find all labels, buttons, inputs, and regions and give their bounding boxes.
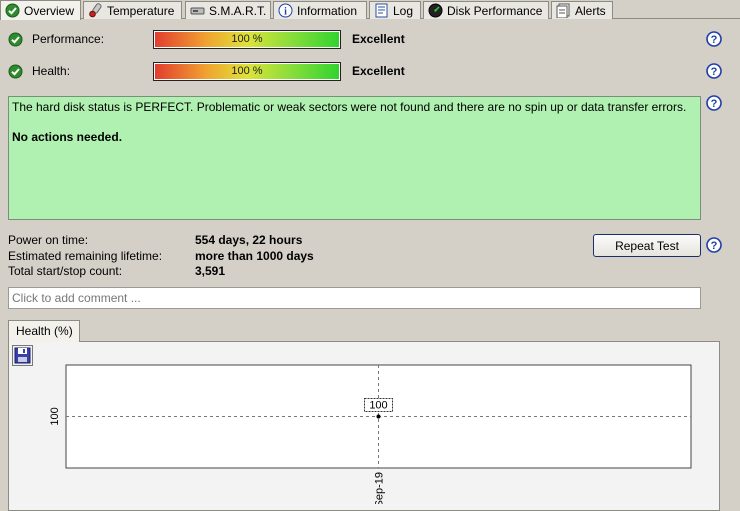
tab-information[interactable]: i Information (273, 1, 367, 19)
health-bar: 100 % (153, 62, 341, 81)
performance-row: Performance: 100 % Excellent ? (0, 29, 740, 51)
svg-text:i: i (284, 7, 287, 18)
performance-label: Performance: (32, 32, 105, 46)
alerts-icon (556, 3, 571, 19)
tab-temperature[interactable]: Temperature (83, 1, 182, 19)
repeat-test-button[interactable]: Repeat Test (593, 234, 701, 257)
check-circle-icon (8, 32, 23, 47)
startstop-label: Total start/stop count: (8, 264, 123, 278)
tab-label: Information (297, 3, 358, 18)
drive-icon (190, 3, 205, 18)
tab-label: S.M.A.R.T. (209, 3, 267, 18)
chart-tab-label: Health (%) (16, 324, 73, 338)
performance-bar: 100 % (153, 30, 341, 49)
tab-disk-performance[interactable]: Disk Performance (423, 1, 549, 19)
status-box: The hard disk status is PERFECT. Problem… (8, 96, 701, 220)
tab-alerts[interactable]: Alerts (551, 1, 613, 19)
tab-label: Log (393, 3, 414, 18)
startstop-value: 3,591 (195, 264, 226, 278)
tab-overview[interactable]: Overview (0, 0, 81, 20)
help-icon[interactable]: ? (706, 31, 722, 47)
check-circle-icon (5, 3, 20, 18)
tab-label: Disk Performance (447, 3, 543, 18)
save-chart-button[interactable] (12, 345, 33, 366)
info-icon: i (278, 3, 293, 18)
tab-label: Alerts (575, 3, 606, 18)
svg-text:?: ? (711, 66, 718, 78)
svg-text:?: ? (711, 240, 718, 252)
lifetime-value: more than 1000 days (195, 249, 314, 263)
tab-health-chart[interactable]: Health (%) (8, 320, 80, 342)
tab-label: Temperature (107, 3, 175, 18)
svg-text:?: ? (711, 98, 718, 110)
tab-label: Overview (24, 3, 75, 18)
lifetime-label: Estimated remaining lifetime: (8, 249, 163, 263)
power-on-label: Power on time: (8, 233, 89, 247)
power-on-value: 554 days, 22 hours (195, 233, 303, 247)
check-circle-icon (8, 64, 23, 79)
health-label: Health: (32, 64, 71, 78)
performance-percent: 100 % (231, 33, 263, 45)
svg-text:?: ? (711, 34, 718, 46)
help-icon[interactable]: ? (706, 237, 722, 253)
comment-input[interactable] (8, 287, 701, 309)
floppy-disk-icon (13, 347, 32, 368)
thermometer-icon (88, 3, 103, 18)
status-action: No actions needed. (12, 130, 123, 144)
status-message: The hard disk status is PERFECT. Problem… (12, 100, 687, 114)
health-row: Health: 100 % Excellent ? (0, 61, 740, 83)
help-icon[interactable]: ? (706, 95, 722, 111)
health-percent: 100 % (231, 65, 263, 77)
performance-rating: Excellent (352, 32, 405, 46)
health-rating: Excellent (352, 64, 405, 78)
tab-smart[interactable]: S.M.A.R.T. (185, 1, 271, 19)
help-icon[interactable]: ? (706, 63, 722, 79)
tab-log[interactable]: Log (369, 1, 421, 19)
chart-frame (8, 341, 720, 511)
log-icon (374, 3, 389, 18)
tab-bar: Overview Temperature S.M.A.R.T. i Inform… (0, 0, 740, 20)
gauge-icon (428, 3, 443, 18)
